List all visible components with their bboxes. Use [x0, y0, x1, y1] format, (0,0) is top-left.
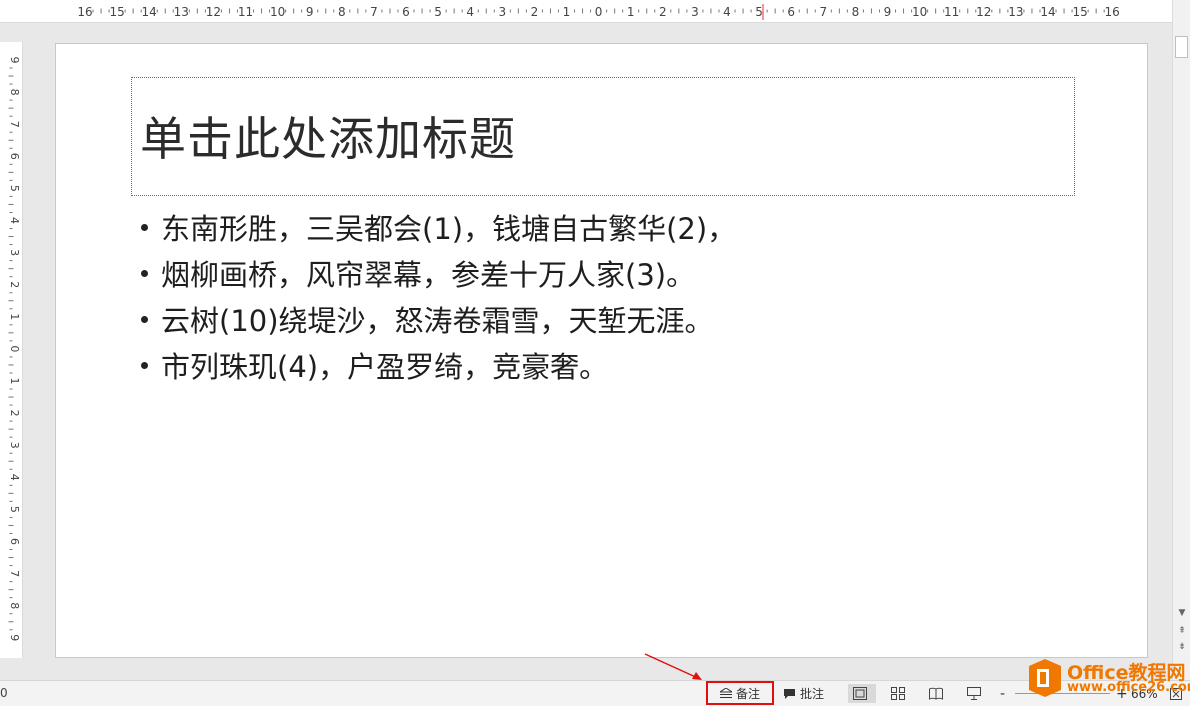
- comments-label: 批注: [800, 687, 825, 701]
- status-left-text: 0: [0, 686, 8, 700]
- ruler-label: 7: [8, 570, 21, 577]
- vertical-scrollbar[interactable]: ▼ ⇞ ⇟: [1172, 0, 1190, 680]
- vertical-ruler: 9 8 7 6 5 4 3 2 1 0 1 2 3 4 5 6 7 8 9: [0, 42, 23, 658]
- ruler-label: 10: [270, 5, 285, 19]
- ruler-label: 5: [755, 5, 763, 19]
- ruler-label: 6: [8, 153, 21, 160]
- ruler-label: 5: [434, 5, 442, 19]
- ruler-label: 16: [1105, 5, 1120, 19]
- bullet-text: 烟柳画桥，风帘翠幕，参差十万人家(3)。: [161, 258, 696, 292]
- ruler-label: 2: [659, 5, 667, 19]
- ruler-label: 9: [884, 5, 892, 19]
- vertical-ruler-ticks: 9 8 7 6 5 4 3 2 1 0 1 2 3 4 5 6 7 8 9: [8, 57, 21, 642]
- ruler-label: 4: [8, 474, 21, 481]
- ruler-label: 3: [8, 249, 21, 256]
- ruler-label: 15: [109, 5, 124, 19]
- ruler-label: 14: [142, 5, 157, 19]
- ruler-label: 3: [498, 5, 506, 19]
- ruler-label: 7: [819, 5, 827, 19]
- bullet-dot-icon: [141, 223, 148, 231]
- normal-view-button[interactable]: [848, 684, 876, 703]
- ruler-label: 8: [8, 602, 21, 609]
- ruler-label: 14: [1040, 5, 1055, 19]
- ruler-label: 6: [8, 538, 21, 545]
- ruler-label: 12: [976, 5, 991, 19]
- watermark-url: www.office26.com: [1067, 680, 1190, 695]
- content-placeholder[interactable]: 东南形胜，三吴都会(1)，钱塘自古繁华(2)， 烟柳画桥，风帘翠幕，参差十万人家…: [138, 204, 1038, 388]
- ruler-label: 2: [8, 410, 21, 417]
- slideshow-icon: [967, 687, 981, 700]
- horizontal-ruler-ticks: 16 15 14 13 12 11 10 9 8 7 6 5 4 3 2 1 0 1 2 3 4 5 6 7 8 9 10 11 12 1…: [77, 4, 1120, 20]
- bullet-text: 东南形胜，三吴都会(1)，钱塘自古繁华(2)，: [161, 212, 737, 246]
- ruler-label: 2: [8, 281, 21, 288]
- title-placeholder[interactable]: 单击此处添加标题: [131, 77, 1075, 196]
- ruler-label: 13: [174, 5, 189, 19]
- reading-view-button[interactable]: [924, 684, 952, 703]
- ruler-label: 11: [944, 5, 959, 19]
- zoom-out-button[interactable]: -: [1000, 684, 1005, 703]
- bullet-dot-icon: [141, 315, 148, 323]
- ruler-label: 4: [466, 5, 474, 19]
- status-bar: 0 备注 批注 - + 66%: [0, 680, 1190, 706]
- ruler-label: 8: [338, 5, 346, 19]
- bullet-item: 云树(10)绕堤沙，怒涛卷霜雪，天堑无涯。: [138, 296, 1038, 342]
- reading-view-icon: [929, 687, 943, 700]
- ruler-label: 4: [8, 217, 21, 224]
- ruler-label: 4: [723, 5, 731, 19]
- ruler-label: 10: [912, 5, 927, 19]
- slideshow-button[interactable]: [962, 684, 990, 703]
- ruler-label: 9: [8, 634, 21, 641]
- ruler-label: 9: [8, 57, 21, 64]
- next-slide-icon[interactable]: ⇟: [1173, 640, 1190, 654]
- notes-label: 备注: [735, 686, 760, 701]
- ruler-label: 2: [531, 5, 539, 19]
- ruler-label: 15: [1072, 5, 1087, 19]
- ruler-label: 8: [8, 89, 21, 96]
- ruler-label: 6: [402, 5, 410, 19]
- ruler-label: 9: [306, 5, 314, 19]
- ruler-label: 1: [563, 5, 571, 19]
- horizontal-ruler: 16 15 14 13 12 11 10 9 8 7 6 5 4 3 2 1 0 1 2 3 4 5 6 7 8 9 10 11 12 1…: [0, 0, 1172, 23]
- ruler-label: 7: [8, 121, 21, 128]
- office-logo-icon: [1029, 659, 1061, 697]
- scroll-down-icon[interactable]: ▼: [1173, 606, 1190, 620]
- slide-canvas[interactable]: 单击此处添加标题 东南形胜，三吴都会(1)，钱塘自古繁华(2)， 烟柳画桥，风帘…: [55, 43, 1148, 658]
- ruler-label: 0: [8, 345, 21, 352]
- normal-view-icon: [853, 687, 867, 700]
- bullet-text: 市列珠玑(4)，户盈罗绮，竞豪奢。: [161, 350, 609, 384]
- comments-button[interactable]: 批注: [783, 684, 824, 703]
- ruler-label: 3: [691, 5, 699, 19]
- previous-slide-icon[interactable]: ⇞: [1173, 624, 1190, 638]
- bullet-dot-icon: [141, 361, 148, 369]
- bullet-dot-icon: [141, 269, 148, 277]
- ruler-label: 11: [238, 5, 253, 19]
- ruler-label: 1: [8, 378, 21, 385]
- ruler-label: 1: [627, 5, 635, 19]
- bullet-item: 东南形胜，三吴都会(1)，钱塘自古繁华(2)，: [138, 204, 1038, 250]
- ruler-label: 0: [595, 5, 603, 19]
- bullet-item: 烟柳画桥，风帘翠幕，参差十万人家(3)。: [138, 250, 1038, 296]
- bullet-item: 市列珠玑(4)，户盈罗绮，竞豪奢。: [138, 342, 1038, 388]
- scrollbar-thumb[interactable]: [1175, 36, 1188, 58]
- comment-icon: [784, 688, 795, 699]
- ruler-label: 3: [8, 442, 21, 449]
- ruler-label: 16: [77, 5, 92, 19]
- ruler-label: 5: [8, 185, 21, 192]
- slide-sorter-button[interactable]: [886, 684, 914, 703]
- ruler-label: 13: [1008, 5, 1023, 19]
- ruler-label: 12: [206, 5, 221, 19]
- ruler-label: 8: [852, 5, 860, 19]
- ruler-label: 7: [370, 5, 378, 19]
- watermark-logo: Office教程网 www.office26.com: [1025, 658, 1190, 700]
- ruler-label: 6: [787, 5, 795, 19]
- slide-sorter-icon: [891, 687, 905, 700]
- bullet-text: 云树(10)绕堤沙，怒涛卷霜雪，天堑无涯。: [161, 304, 714, 338]
- title-text: 单击此处添加标题: [140, 112, 516, 166]
- ruler-label: 1: [8, 313, 21, 320]
- ruler-label: 5: [8, 506, 21, 513]
- notes-button[interactable]: 备注: [706, 681, 774, 705]
- notes-icon: [719, 688, 732, 698]
